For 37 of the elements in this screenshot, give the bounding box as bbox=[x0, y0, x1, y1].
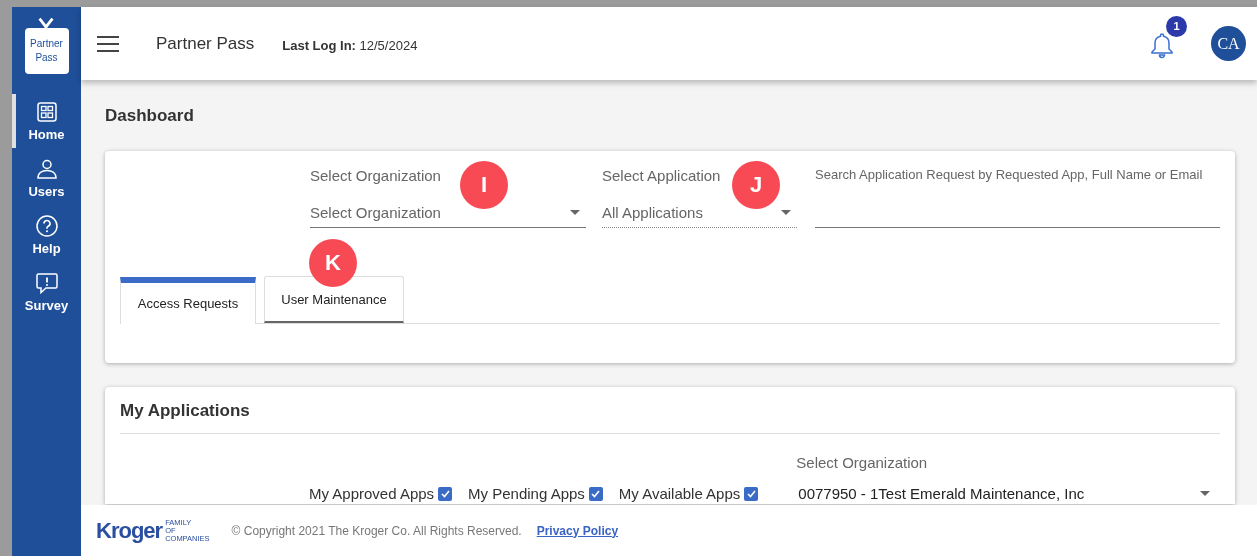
caret-icon bbox=[781, 209, 791, 215]
caret-icon bbox=[1200, 491, 1210, 496]
speech-bubble-icon bbox=[34, 271, 59, 295]
grid-icon bbox=[34, 100, 59, 124]
callout-badge: J bbox=[732, 161, 780, 209]
app-title: Partner Pass bbox=[156, 33, 255, 54]
checkbox-label: My Available Apps bbox=[618, 485, 741, 502]
field-label: Select Organization bbox=[310, 167, 441, 186]
field-label: Select Organization bbox=[795, 454, 929, 471]
checkbox[interactable] bbox=[588, 486, 603, 501]
user-avatar[interactable]: CA bbox=[1211, 26, 1246, 61]
checkbox[interactable] bbox=[438, 486, 453, 501]
dropdown-field[interactable]: 0077950 - 1Test Emerald Maintenance, Inc bbox=[784, 485, 1220, 504]
field-label: Search Application Request by Requested App, Full Name or Email bbox=[815, 167, 1203, 184]
tab[interactable]: User Maintenance bbox=[264, 276, 404, 323]
help-icon bbox=[34, 214, 59, 238]
callout-badge: I bbox=[460, 161, 508, 209]
notification-badge: 1 bbox=[1166, 15, 1187, 37]
tab[interactable]: Access Requests bbox=[120, 277, 256, 324]
section-title: My Applications bbox=[120, 401, 251, 421]
checkbox[interactable] bbox=[744, 486, 759, 501]
sidebar-item[interactable]: Survey bbox=[12, 269, 81, 315]
caret-icon bbox=[570, 209, 580, 215]
sidebar-item[interactable]: Users bbox=[12, 155, 81, 201]
privacy-policy-link[interactable]: Privacy Policy bbox=[536, 523, 619, 538]
callout-badge: K bbox=[309, 239, 357, 287]
sidebar-item[interactable]: Help bbox=[12, 212, 81, 258]
sidebar-item[interactable]: Home bbox=[12, 98, 81, 144]
menu-icon[interactable] bbox=[97, 34, 119, 53]
bell-icon[interactable] bbox=[1149, 30, 1175, 59]
copyright-text: © Copyright 2021 The Kroger Co. All Rights Reserved. bbox=[231, 523, 522, 538]
field-label: Select Application bbox=[602, 167, 721, 186]
person-icon bbox=[34, 157, 59, 181]
last-login-text: Last Log In: 12/5/2024 bbox=[282, 38, 418, 53]
checkbox-label: My Pending Apps bbox=[468, 485, 585, 502]
page-title: Dashboard bbox=[105, 106, 195, 126]
checkbox-label: My Approved Apps bbox=[309, 485, 435, 502]
